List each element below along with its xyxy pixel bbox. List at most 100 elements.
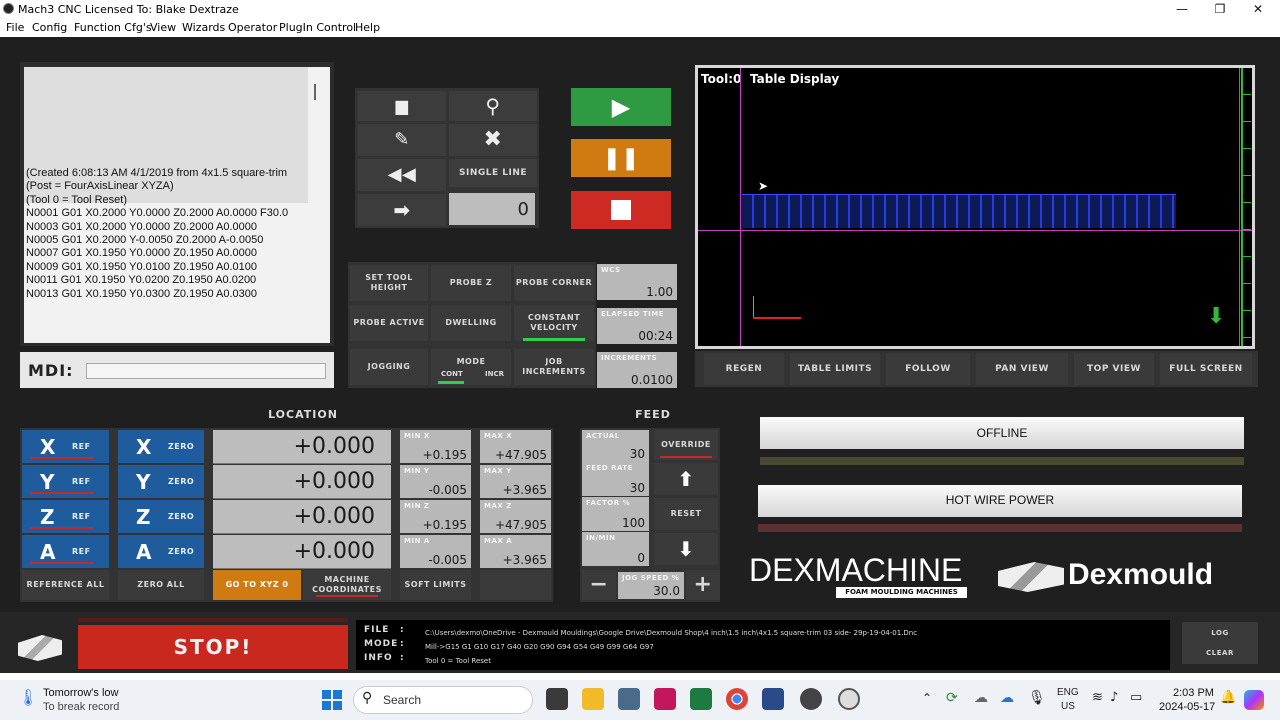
- plus-icon: +: [693, 572, 713, 597]
- edit-gcode-button[interactable]: ✎: [358, 124, 446, 156]
- task-view-icon[interactable]: [546, 688, 568, 710]
- snipping-tool-icon[interactable]: [838, 688, 860, 710]
- zero-y-button[interactable]: Y ZERO: [118, 465, 204, 498]
- gcode-line: N0003 G01 X0.2000 Y0.0000 Z0.2000 A0.000…: [26, 220, 257, 233]
- clock-time[interactable]: 2:03 PM: [1173, 687, 1214, 699]
- windows-start-icon[interactable]: [322, 690, 342, 710]
- probe-z-button[interactable]: PROBE Z: [431, 265, 511, 301]
- speaker-icon[interactable]: ♪: [1110, 690, 1118, 705]
- single-line-button[interactable]: SINGLE LINE: [449, 159, 537, 187]
- emergency-stop-button[interactable]: STOP!: [78, 625, 348, 669]
- reference-all-button[interactable]: REFERENCE ALL: [22, 570, 109, 600]
- language-line1[interactable]: ENG: [1057, 687, 1079, 698]
- hot-wire-power-button[interactable]: HOT WIRE POWER: [758, 485, 1242, 517]
- dro-x[interactable]: +0.000: [213, 430, 391, 464]
- zero-z-button[interactable]: Z ZERO: [118, 500, 204, 533]
- clock-date[interactable]: 2024-05-17: [1159, 701, 1215, 713]
- file-explorer-icon[interactable]: [582, 688, 604, 710]
- feed-rate-readout[interactable]: FEED RATE 30: [582, 462, 649, 496]
- menu-config[interactable]: Config: [32, 21, 67, 34]
- toolpath-display[interactable]: Tool:0 Table Display ⬇ ➤: [698, 68, 1252, 346]
- cycle-start-button[interactable]: ▶: [571, 88, 671, 126]
- cloud-icon[interactable]: ☁: [974, 690, 988, 706]
- sheetcam-icon[interactable]: [762, 688, 784, 710]
- goto-xyz0-button[interactable]: GO TO XYZ 0: [213, 570, 301, 600]
- onedrive-icon[interactable]: ☁: [1000, 690, 1014, 706]
- excel-icon[interactable]: [690, 688, 712, 710]
- find-button[interactable]: ⚲: [449, 91, 537, 121]
- close-gcode-button[interactable]: ✖: [449, 124, 537, 156]
- menu-operator[interactable]: Operator: [228, 21, 277, 34]
- menu-view[interactable]: View: [150, 21, 176, 34]
- taskbar-search-box[interactable]: [353, 686, 533, 714]
- feed-reset-button[interactable]: RESET: [654, 498, 718, 530]
- wifi-icon[interactable]: ≋: [1092, 690, 1103, 705]
- chevron-up-icon[interactable]: ⌃: [922, 691, 932, 705]
- x-axis-triad: [753, 317, 801, 319]
- z-scale-bar: [1241, 68, 1251, 346]
- arrow-down-icon: ⬇: [677, 537, 695, 561]
- feed-down-button[interactable]: ⬇: [654, 533, 718, 565]
- job-increments-button[interactable]: JOB INCREMENTS: [514, 349, 594, 385]
- open-file-button[interactable]: ▆: [358, 91, 446, 121]
- feed-hold-button[interactable]: ❚❚: [571, 139, 671, 177]
- jog-speed-minus-button[interactable]: −: [582, 570, 616, 600]
- affinity-icon[interactable]: [654, 688, 676, 710]
- feed-up-button[interactable]: ⬆: [654, 463, 718, 495]
- regen-button[interactable]: REGEN: [704, 353, 784, 385]
- weather-line1[interactable]: Tomorrow's low: [43, 687, 118, 699]
- maximize-button[interactable]: ❐: [1200, 0, 1240, 18]
- jog-speed-plus-button[interactable]: +: [686, 570, 720, 600]
- increments-readout[interactable]: INCREMENTS 0.0100: [597, 352, 677, 388]
- rewind-button[interactable]: ◀◀: [358, 159, 446, 191]
- probe-corner-button[interactable]: PROBE CORNER: [514, 265, 594, 301]
- wcs-readout: WCS 1.00: [597, 264, 677, 300]
- mach3-taskbar-icon[interactable]: [800, 688, 822, 710]
- zero-a-button[interactable]: A ZERO: [118, 535, 204, 568]
- table-limit-line: [698, 230, 1252, 231]
- menu-help[interactable]: Help: [355, 21, 380, 34]
- menu-file[interactable]: File: [6, 21, 24, 34]
- gcode-scrollbar[interactable]: [314, 84, 316, 100]
- follow-button[interactable]: FOLLOW: [886, 353, 970, 385]
- menu-wizards[interactable]: Wizards: [182, 21, 225, 34]
- pan-view-button[interactable]: PAN VIEW: [976, 353, 1068, 385]
- constant-velocity-button[interactable]: CONSTANT VELOCITY: [514, 305, 594, 341]
- dro-a[interactable]: +0.000: [213, 535, 391, 569]
- weather-line2[interactable]: To break record: [43, 701, 119, 713]
- mode-value: Mill->G15 G1 G10 G17 G40 G20 G90 G94 G54…: [425, 643, 654, 651]
- soft-limits-button[interactable]: SOFT LIMITS: [400, 570, 471, 600]
- microphone-icon[interactable]: 🎙: [1028, 690, 1046, 706]
- calculator-icon[interactable]: [618, 688, 640, 710]
- file-path: C:\Users\dexmo\OneDrive - Dexmould Mould…: [425, 629, 918, 637]
- offline-status[interactable]: OFFLINE: [760, 417, 1244, 449]
- bell-icon[interactable]: 🔔: [1220, 690, 1236, 705]
- menu-plugin-control[interactable]: PlugIn Control: [279, 21, 356, 34]
- menu-function-cfgs[interactable]: Function Cfg's: [74, 21, 152, 34]
- battery-icon[interactable]: ▭: [1130, 690, 1142, 705]
- stop-button[interactable]: [571, 191, 671, 229]
- close-button[interactable]: ✕: [1238, 0, 1278, 18]
- search-label: Search: [383, 693, 422, 707]
- zero-x-button[interactable]: X ZERO: [118, 430, 204, 463]
- dro-z[interactable]: +0.000: [213, 500, 391, 534]
- next-line-button[interactable]: ➡: [358, 194, 446, 226]
- dro-y[interactable]: +0.000: [213, 465, 391, 499]
- set-tool-height-button[interactable]: SET TOOL HEIGHT: [350, 265, 428, 301]
- table-limits-button[interactable]: TABLE LIMITS: [790, 353, 880, 385]
- cv-active-led: [523, 338, 585, 341]
- minimize-button[interactable]: —: [1162, 0, 1202, 18]
- jog-speed-readout[interactable]: JOG SPEED % 30.0: [618, 572, 684, 599]
- top-view-button[interactable]: TOP VIEW: [1074, 353, 1154, 385]
- chrome-icon[interactable]: [726, 688, 748, 710]
- zero-all-button[interactable]: ZERO ALL: [118, 570, 204, 600]
- log-clear-button[interactable]: LOG CLEAR: [1182, 622, 1258, 664]
- line-number-field[interactable]: 0: [449, 193, 535, 225]
- override-led: [660, 456, 712, 458]
- sync-icon[interactable]: ⟳: [946, 690, 958, 706]
- full-screen-button[interactable]: FULL SCREEN: [1160, 353, 1252, 385]
- copilot-icon[interactable]: [1244, 690, 1264, 710]
- mdi-input[interactable]: [86, 363, 326, 379]
- language-line2[interactable]: US: [1061, 701, 1075, 712]
- jog-mode-button[interactable]: MODE: [431, 349, 511, 385]
